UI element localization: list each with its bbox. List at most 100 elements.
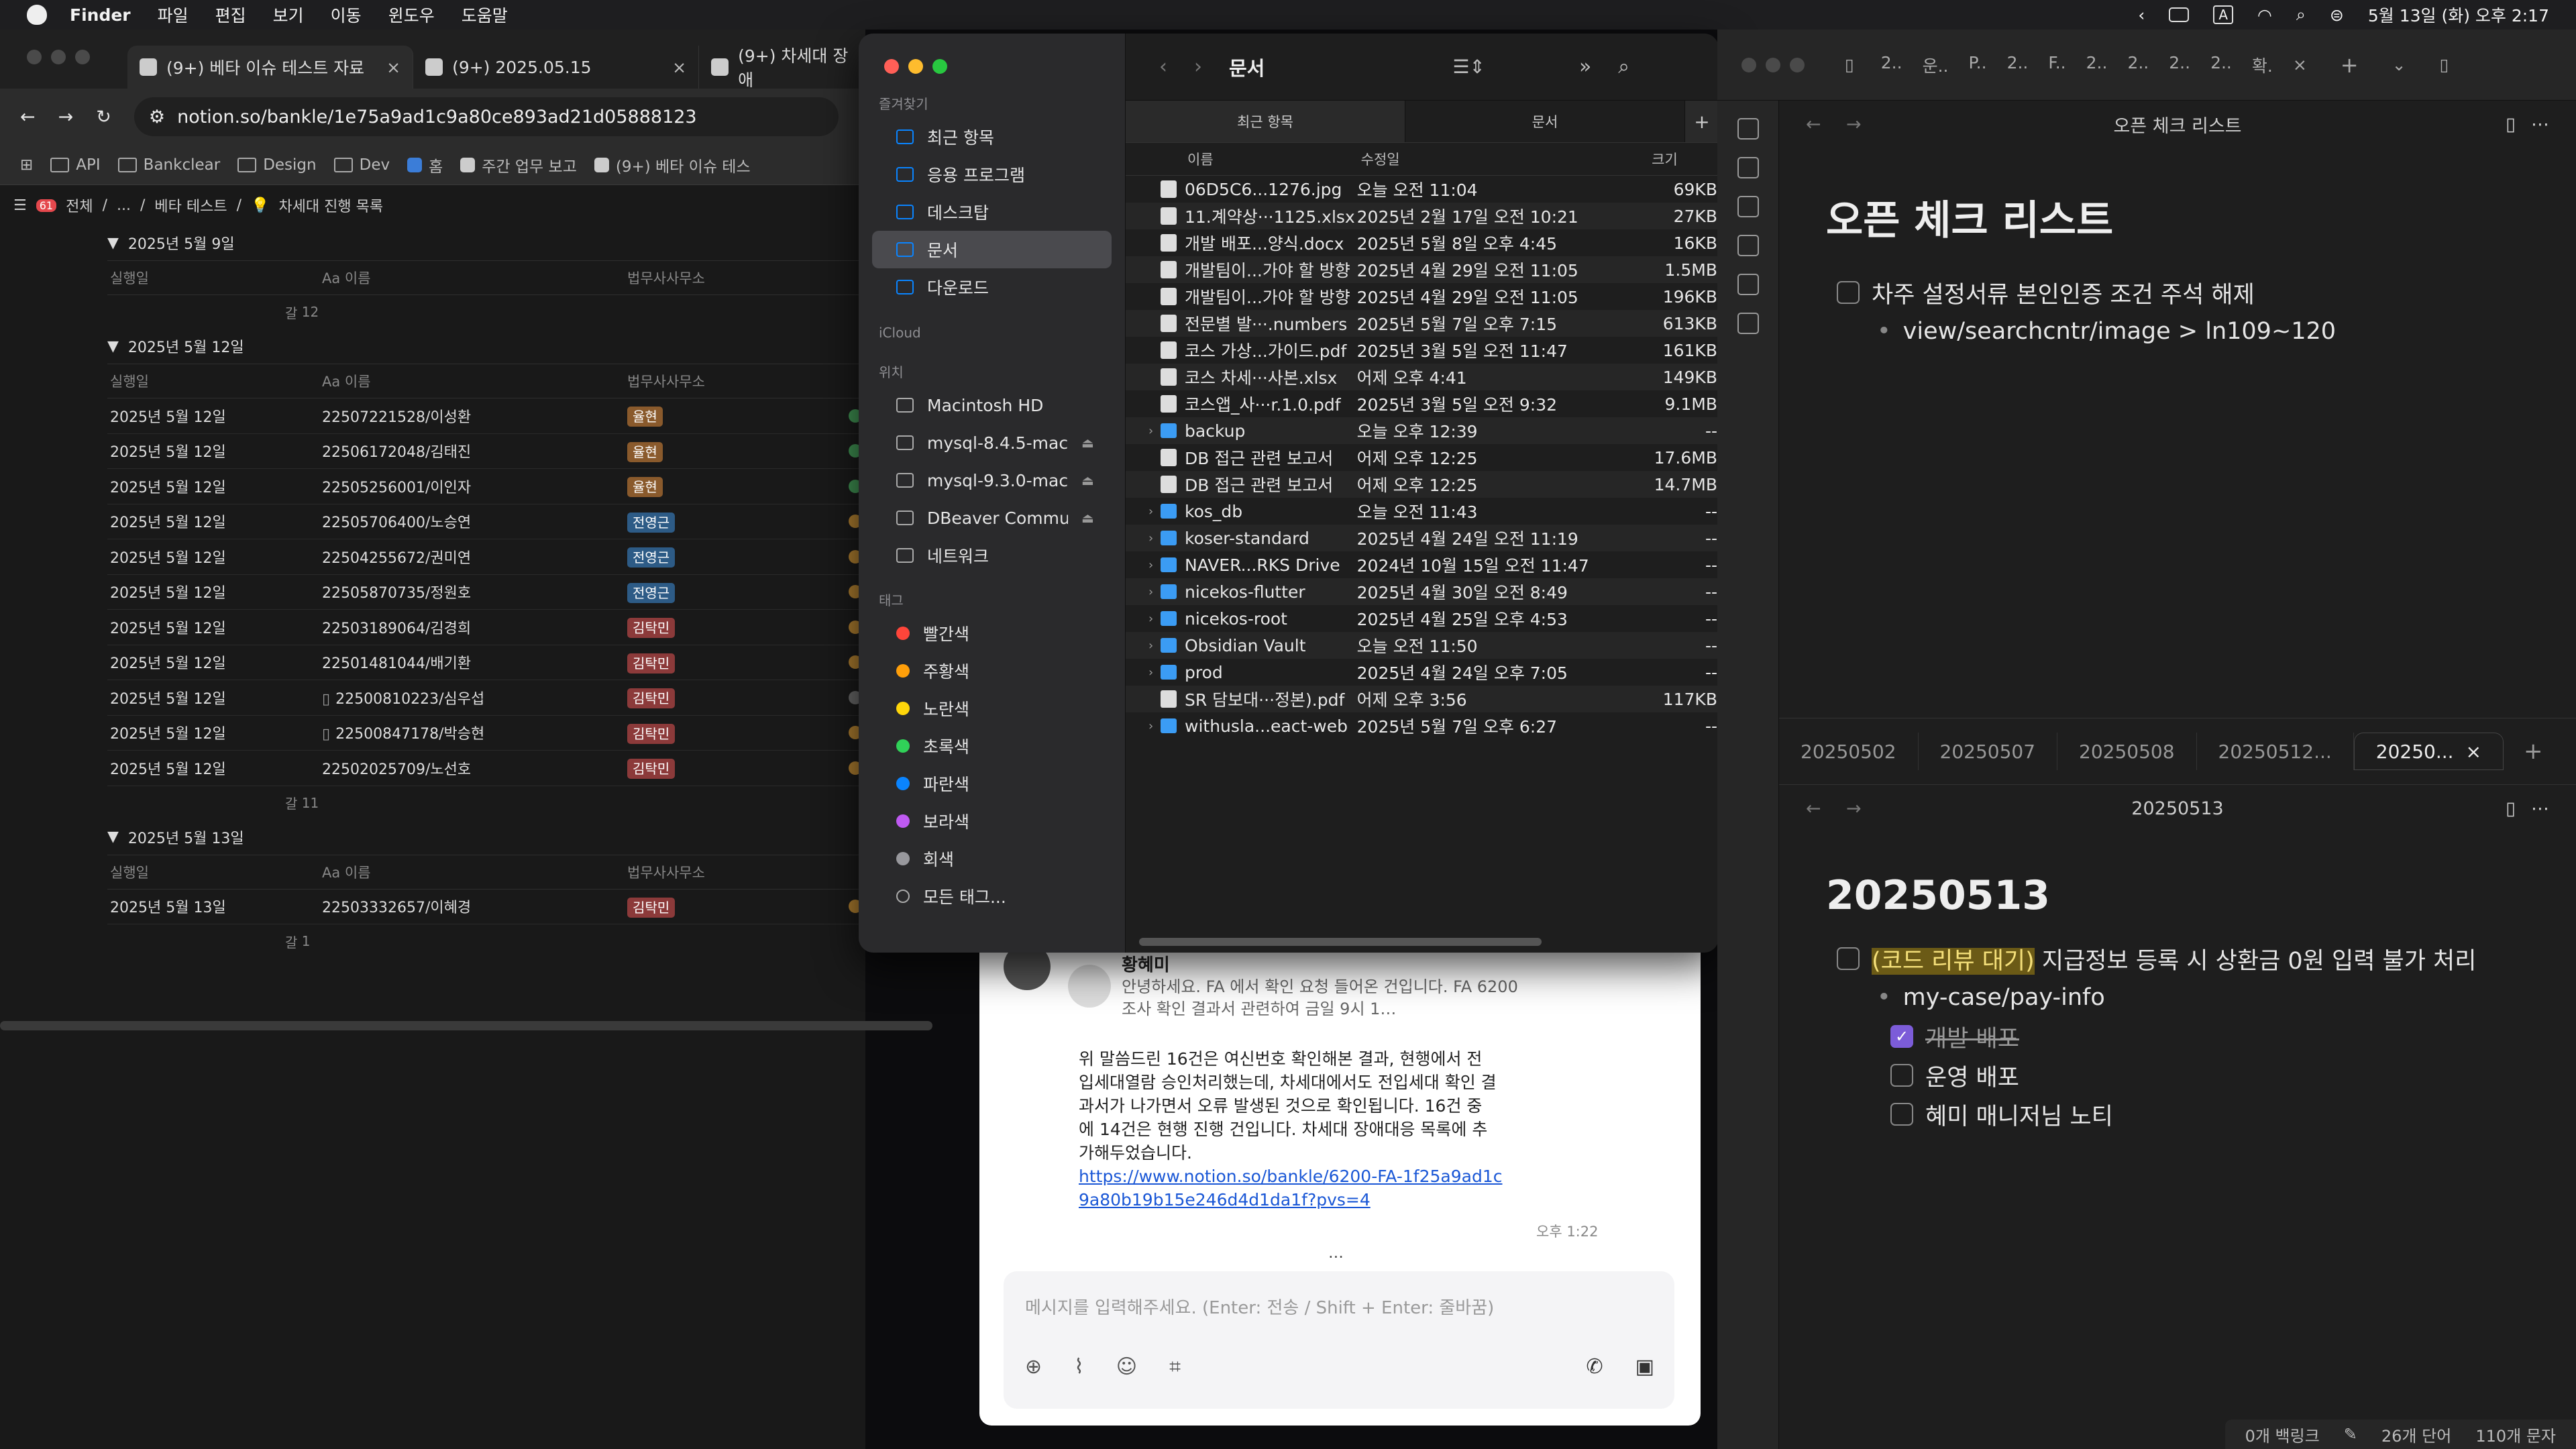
terminal-icon[interactable]: [1737, 313, 1759, 334]
calendar-icon[interactable]: [1737, 157, 1759, 178]
forward-icon[interactable]: →: [1846, 798, 1862, 819]
row-law-cell[interactable]: 전영근: [627, 512, 849, 533]
file-row[interactable]: › nicekos-root 2025년 4월 25일 오후 4:53 --: [1126, 605, 1719, 632]
sidebar-item-location[interactable]: DBeaver Commun... ⏏: [872, 499, 1112, 537]
group-header[interactable]: ▼ 2025년 5월 9일: [107, 225, 865, 260]
menu-help[interactable]: 도움말: [462, 3, 508, 27]
table-row[interactable]: 2025년 5월 12일 22505706400/노승연 전영근: [107, 504, 865, 539]
browser-tab[interactable]: (9+) 베타 이슈 테스트 자료 ×: [127, 46, 414, 89]
site-info-icon[interactable]: ⚙: [149, 107, 165, 127]
view-options-icon[interactable]: ☰⇕: [1452, 56, 1485, 78]
row-law-cell[interactable]: 전영근: [627, 582, 849, 603]
close-window-button[interactable]: [884, 59, 899, 74]
more-options-icon[interactable]: ⋯: [2531, 114, 2549, 135]
subtask-item[interactable]: 운영 배포: [1890, 1056, 2576, 1095]
file-row[interactable]: 코스 차세···사본.xlsx 어제 오후 4:41 149KB: [1126, 364, 1719, 390]
clock[interactable]: 5월 13일 (화) 오후 2:17: [2368, 3, 2549, 27]
checklist-item[interactable]: (코드 리뷰 대기) 지급정보 등록 시 상환금 0원 입력 불가 처리: [1837, 939, 2576, 978]
apps-grid-icon[interactable]: ⊞: [20, 156, 33, 174]
pane-tab[interactable]: 20250512...: [2197, 733, 2354, 770]
back-icon[interactable]: ←: [1806, 798, 1821, 819]
row-name-cell[interactable]: 22503189064/김경희: [322, 616, 627, 638]
disclosure-chevron-icon[interactable]: ›: [1148, 424, 1153, 438]
copy-icon[interactable]: [1737, 274, 1759, 295]
sidebar-toggle-icon[interactable]: ☰: [13, 197, 27, 214]
browser-tab[interactable]: (9+) 2025.05.15 ×: [413, 46, 700, 89]
chevron-left-icon[interactable]: ‹: [2138, 5, 2145, 25]
edit-icon[interactable]: ✎: [2344, 1425, 2357, 1444]
table-row[interactable]: 2025년 5월 12일 ▯ 22500847178/박승현 김탁민: [107, 716, 865, 751]
minimize-window-button[interactable]: [908, 59, 923, 74]
chevron-down-icon[interactable]: ⌄: [2392, 55, 2406, 74]
file-row[interactable]: 코스 가상...가이드.pdf 2025년 3월 5일 오전 11:47 161KB: [1126, 337, 1719, 364]
table-row[interactable]: 2025년 5월 12일 ▯ 22500810223/심우섭 김탁민: [107, 680, 865, 716]
file-row[interactable]: › Obsidian Vault 오늘 오전 11:50 --: [1126, 632, 1719, 659]
keyboard-icon[interactable]: [2169, 7, 2190, 22]
eject-icon[interactable]: ⏏: [1081, 510, 1094, 526]
sidebar-item-tag[interactable]: 빨간색: [872, 614, 1112, 652]
sidebar-toggle-icon[interactable]: ▯: [1845, 55, 1854, 74]
more-options-icon[interactable]: ⋯: [2531, 798, 2549, 819]
column-date[interactable]: 수정일: [1357, 149, 1652, 169]
checkbox[interactable]: [1890, 1103, 1913, 1126]
table-row[interactable]: 2025년 5월 12일 22504255672/권미연 전영근: [107, 539, 865, 575]
reading-view-icon[interactable]: ▯: [2506, 114, 2516, 135]
close-tab-icon[interactable]: ×: [386, 58, 400, 77]
horizontal-scrollbar[interactable]: [0, 1021, 932, 1030]
row-name-cell[interactable]: 22505256001/이인자: [322, 476, 627, 497]
obsidian-tab[interactable]: 2..: [1881, 53, 1902, 77]
file-row[interactable]: › withusla...eact-web 2025년 5월 7일 오후 6:27 -…: [1126, 712, 1719, 739]
close-tab-icon[interactable]: ×: [672, 58, 686, 77]
menu-go[interactable]: 이동: [331, 3, 362, 27]
row-name-cell[interactable]: ▯ 22500810223/심우섭: [322, 687, 627, 708]
tab-documents[interactable]: 문서: [1405, 101, 1685, 142]
menu-view[interactable]: 보기: [273, 3, 304, 27]
pane-tab-active[interactable]: 20250... ×: [2353, 733, 2504, 770]
row-law-cell[interactable]: 전영근: [627, 547, 849, 568]
row-name-cell[interactable]: 22504255672/권미연: [322, 546, 627, 568]
bookmark-link[interactable]: 주간 업무 보고: [460, 154, 577, 176]
obsidian-tab[interactable]: 운..: [1923, 53, 1949, 77]
column-name[interactable]: 이름: [1126, 149, 1357, 169]
wifi-icon[interactable]: ◠: [2257, 5, 2272, 25]
reload-icon[interactable]: ↻: [96, 107, 111, 127]
table-row[interactable]: 2025년 5월 12일 22505870735/정원호 전영근: [107, 575, 865, 610]
zoom-window-button[interactable]: [1790, 57, 1805, 72]
breadcrumb-item[interactable]: 베타 테스트: [154, 195, 227, 216]
obsidian-tab[interactable]: 2..: [2086, 53, 2108, 77]
disclosure-chevron-icon[interactable]: ›: [1148, 612, 1153, 626]
file-row[interactable]: 개발 배포...양식.docx 2025년 5월 8일 오후 4:45 16KB: [1126, 229, 1719, 256]
sidebar-item-location[interactable]: mysql-9.3.0-mac... ⏏: [872, 462, 1112, 499]
table-row[interactable]: 2025년 5월 12일 22505256001/이인자 율현: [107, 469, 865, 504]
quoted-message[interactable]: 황혜미 안녕하세요. FA 에서 확인 요청 들어온 건입니다. FA 6200…: [1068, 951, 1527, 1020]
back-icon[interactable]: ‹: [1159, 55, 1167, 78]
column-header-name[interactable]: Aa 이름: [322, 268, 627, 288]
obsidian-tab[interactable]: 확.: [2252, 53, 2273, 77]
breadcrumb-item[interactable]: 차세대 진행 목록: [278, 195, 383, 216]
bookmark-folder[interactable]: Dev: [333, 156, 390, 174]
forward-icon[interactable]: ›: [1194, 55, 1202, 78]
sidebar-item-tag[interactable]: 초록색: [872, 727, 1112, 765]
file-row[interactable]: › NAVER...RKS Drive 2024년 10월 15일 오전 11:47…: [1126, 551, 1719, 578]
obsidian-tab[interactable]: 2..: [2127, 53, 2149, 77]
checkbox[interactable]: [1837, 281, 1860, 304]
column-size[interactable]: 크기: [1652, 149, 1719, 169]
backlinks-count[interactable]: 0개 백링크: [2245, 1423, 2320, 1446]
file-row[interactable]: 개발팀이...가야 할 방향 2025년 4월 29일 오전 11:05 1.5MB: [1126, 256, 1719, 283]
column-header-name[interactable]: Aa 이름: [322, 862, 627, 882]
url-field[interactable]: ⚙ notion.so/bankle/1e75a9ad1c9a80ce893ad…: [133, 97, 839, 136]
input-source-badge[interactable]: A: [2213, 5, 2234, 24]
control-center-icon[interactable]: ⊜: [2330, 5, 2344, 25]
collapse-triangle-icon[interactable]: ▼: [107, 828, 119, 845]
file-row[interactable]: › koser-standard 2025년 4월 24일 오전 11:19 --: [1126, 525, 1719, 551]
checkbox[interactable]: [1890, 1064, 1913, 1087]
column-header-date[interactable]: 실행일: [107, 862, 322, 882]
checkbox[interactable]: [1837, 947, 1860, 970]
column-header-name[interactable]: Aa 이름: [322, 371, 627, 391]
sidebar-item-tag[interactable]: 노란색: [872, 690, 1112, 727]
more-icon[interactable]: ···: [1328, 1248, 1344, 1267]
breadcrumb-item[interactable]: ...: [117, 197, 131, 214]
sidebar-item-favorite[interactable]: 응용 프로그램: [872, 156, 1112, 193]
pane-tab[interactable]: 20250507: [1919, 733, 2058, 770]
row-law-cell[interactable]: 김탁민: [627, 688, 849, 709]
